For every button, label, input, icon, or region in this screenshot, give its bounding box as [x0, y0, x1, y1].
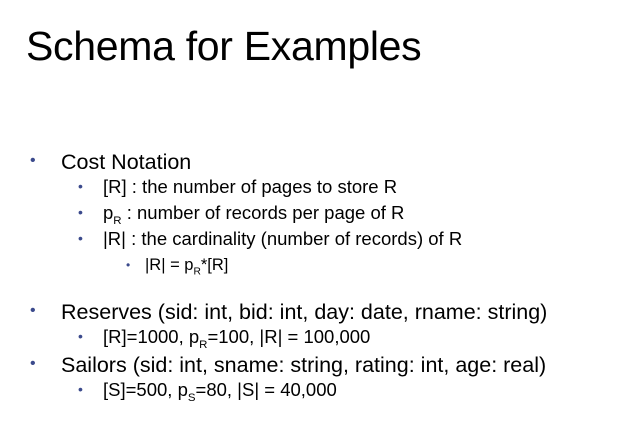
list-item-pages: [R] : the number of pages to store R [103, 176, 398, 197]
bullet-marker: • [126, 258, 131, 272]
text-segment: p [103, 202, 114, 223]
slide-title: Schema for Examples [26, 23, 422, 69]
bullet-marker: • [78, 230, 83, 246]
list-item-records-per-page: pR : number of records per page of R [103, 202, 405, 228]
list-item-sailors-stats: [S]=500, pS=80, |S| = 40,000 [103, 379, 337, 405]
subscript: R [113, 215, 122, 228]
bullet-marker: • [30, 355, 36, 372]
list-item-cardinality: |R| : the cardinality (number of records… [103, 228, 463, 249]
text-segment: : number of records per page of R [121, 202, 405, 223]
bullet-marker: • [78, 204, 83, 220]
text-segment: =80, |S| = 40,000 [195, 379, 337, 400]
list-item-cardinality-formula: |R| = pR*[R] [145, 255, 229, 278]
subscript: R [193, 266, 201, 278]
text-segment: [S]=500, p [103, 379, 188, 400]
bullet-marker: • [30, 302, 36, 319]
text-segment: =100, |R| = 100,000 [207, 326, 371, 347]
list-item-sailors-schema: Sailors (sid: int, sname: string, rating… [61, 353, 547, 377]
bullet-marker: • [78, 381, 83, 397]
bullet-marker: • [78, 328, 83, 344]
bullet-marker: • [78, 178, 83, 194]
subscript: S [187, 392, 196, 405]
text-segment: [R]=1000, p [103, 326, 200, 347]
text-segment: *[R] [200, 256, 229, 274]
list-item-reserves-stats: [R]=1000, pR=100, |R| = 100,000 [103, 326, 371, 351]
list-item-cost-notation: Cost Notation [61, 150, 192, 174]
text-segment: |R| = p [145, 256, 194, 274]
bullet-marker: • [30, 152, 36, 169]
list-item-reserves-schema: Reserves (sid: int, bid: int, day: date,… [61, 300, 548, 324]
